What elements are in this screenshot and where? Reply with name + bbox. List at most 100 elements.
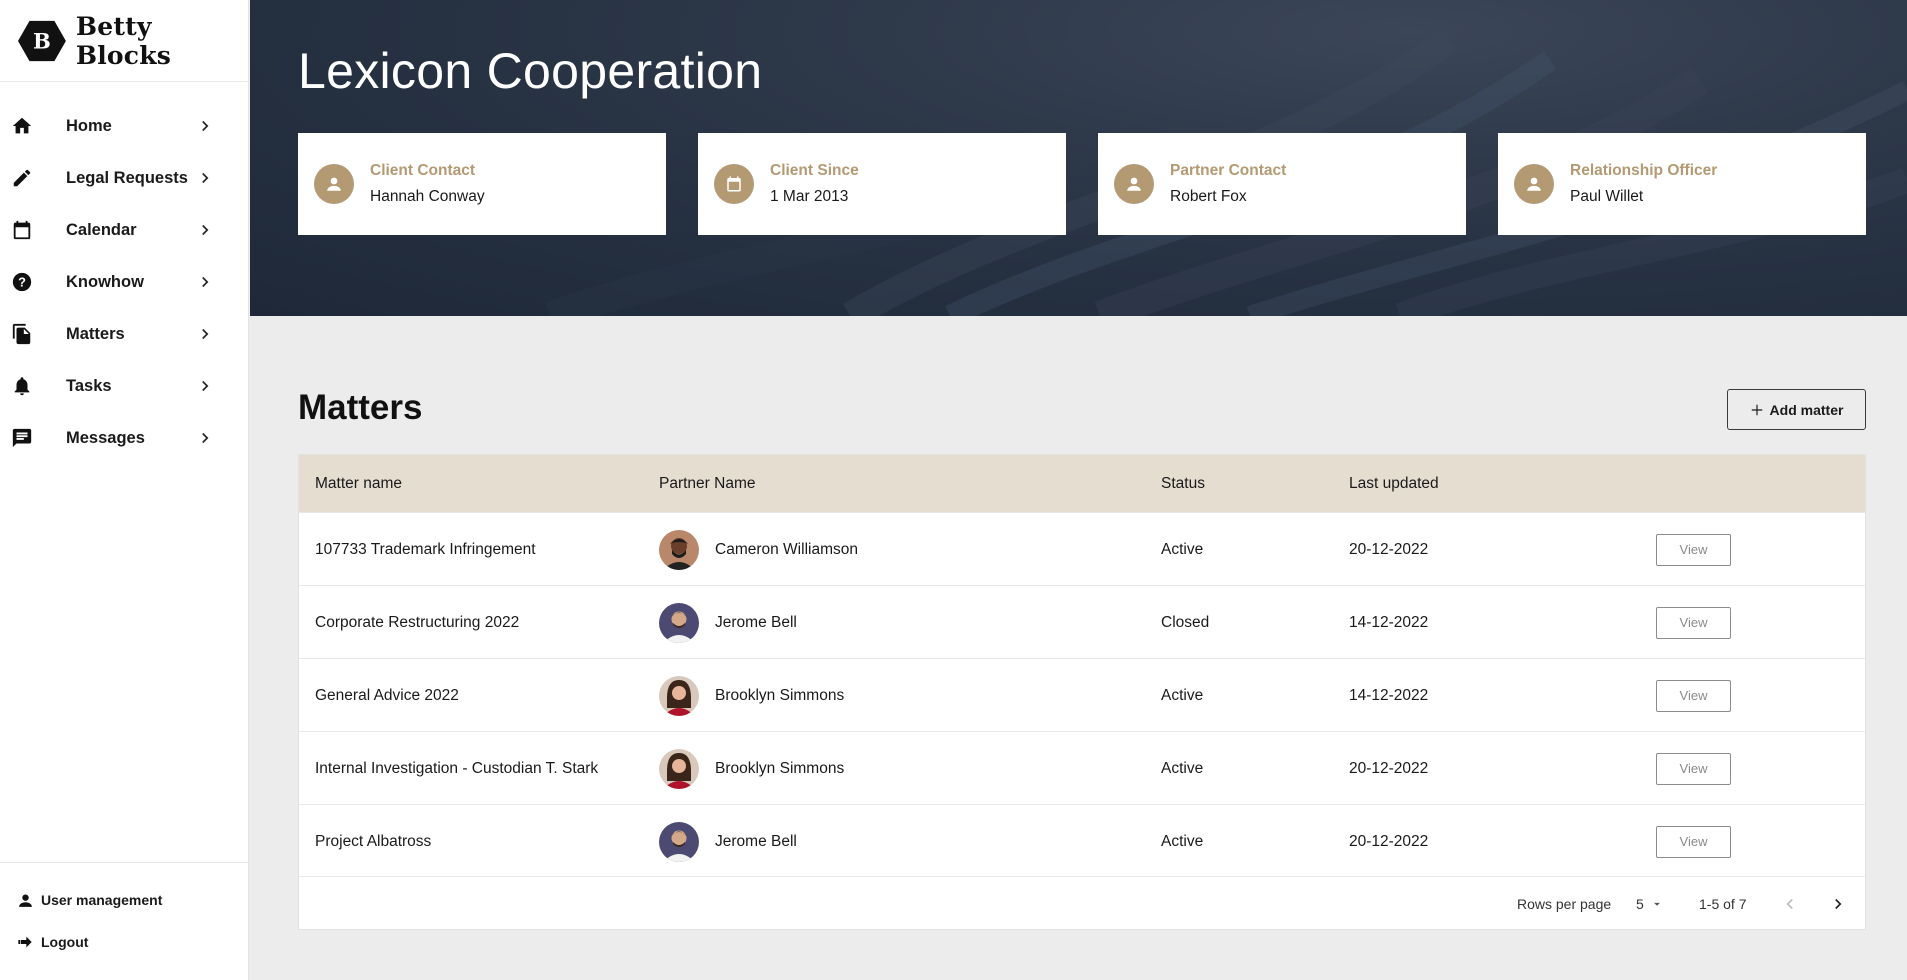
- sidebar-item-matters[interactable]: Matters: [0, 308, 248, 360]
- person-icon: [1514, 164, 1554, 204]
- table-row: Corporate Restructuring 2022 Jerome Bell…: [299, 585, 1865, 658]
- rows-per-page-select[interactable]: 5: [1636, 877, 1664, 930]
- partner-name: Brooklyn Simmons: [715, 686, 845, 704]
- view-cell: View: [1656, 659, 1731, 732]
- last-updated: 20-12-2022: [1349, 832, 1429, 850]
- sidebar-item-tasks[interactable]: Tasks: [0, 360, 248, 412]
- brand[interactable]: B Betty Blocks: [0, 0, 248, 82]
- sidebar-item-messages[interactable]: Messages: [0, 412, 248, 464]
- svg-text:?: ?: [18, 275, 26, 290]
- sidebar-item-legal-requests[interactable]: Legal Requests: [0, 152, 248, 204]
- partner-name: Jerome Bell: [715, 613, 797, 631]
- card-label: Partner Contact: [1170, 162, 1287, 179]
- partner-cell: Jerome Bell: [659, 586, 797, 659]
- chevron-right-icon: [202, 276, 209, 288]
- logout-arrow-icon: [16, 933, 34, 951]
- files-icon: [10, 322, 34, 346]
- partner-name: Jerome Bell: [715, 832, 797, 850]
- sidebar-item-label: Knowhow: [66, 272, 144, 291]
- calendar-icon: [714, 164, 754, 204]
- client-header: Lexicon Cooperation Client Contact Hanna…: [250, 0, 1907, 316]
- card-value: 1 Mar 2013: [770, 188, 849, 205]
- column-header-last-updated[interactable]: Last updated: [1349, 455, 1439, 512]
- status: Active: [1161, 686, 1204, 704]
- client-since-card: Client Since 1 Mar 2013: [698, 133, 1066, 235]
- view-button[interactable]: View: [1656, 606, 1731, 639]
- sidebar-item-label: Messages: [66, 428, 145, 447]
- table-header: Matter name Partner Name Status Last upd…: [299, 455, 1865, 512]
- table-pagination: Rows per page 5 1-5 of 7: [299, 876, 1865, 929]
- logout-label: Logout: [41, 934, 89, 950]
- person-icon: [314, 164, 354, 204]
- chevron-right-icon: [202, 224, 209, 236]
- avatar: [659, 529, 699, 570]
- view-button[interactable]: View: [1656, 752, 1731, 785]
- user-management-link[interactable]: User management: [0, 879, 249, 921]
- avatar: [659, 748, 699, 789]
- column-header-status[interactable]: Status: [1161, 455, 1205, 512]
- partner-cell: Jerome Bell: [659, 805, 797, 878]
- partner-cell: Brooklyn Simmons: [659, 659, 844, 732]
- card-value: Hannah Conway: [370, 188, 485, 205]
- view-cell: View: [1656, 513, 1731, 586]
- last-updated: 20-12-2022: [1349, 540, 1429, 558]
- card-value: Paul Willet: [1570, 188, 1644, 205]
- status: Active: [1161, 540, 1204, 558]
- chevron-left-icon: [1786, 898, 1793, 909]
- status: Closed: [1161, 613, 1210, 631]
- chevron-right-icon: [202, 380, 209, 392]
- table-row: 107733 Trademark Infringement Cameron Wi…: [299, 512, 1865, 585]
- card-label: Relationship Officer: [1570, 162, 1718, 179]
- last-updated: 14-12-2022: [1349, 613, 1429, 631]
- client-contact-card: Client Contact Hannah Conway: [298, 133, 666, 235]
- view-button[interactable]: View: [1656, 533, 1731, 566]
- matter-name: 107733 Trademark Infringement: [315, 540, 536, 558]
- caret-down-icon: [1653, 902, 1660, 906]
- partner-contact-card: Partner Contact Robert Fox: [1098, 133, 1466, 235]
- sidebar-item-calendar[interactable]: Calendar: [0, 204, 248, 256]
- sidebar-item-label: Matters: [66, 324, 125, 343]
- plus-icon: [1751, 404, 1762, 415]
- matter-name: Project Albatross: [315, 832, 432, 850]
- status: Active: [1161, 832, 1204, 850]
- matter-name: Internal Investigation - Custodian T. St…: [315, 759, 599, 777]
- matter-name: Corporate Restructuring 2022: [315, 613, 520, 631]
- table-row: Project Albatross Jerome Bell Active 20-…: [299, 804, 1865, 877]
- partner-cell: Brooklyn Simmons: [659, 732, 844, 805]
- matter-name: General Advice 2022: [315, 686, 459, 704]
- add-matter-button[interactable]: Add matter: [1727, 389, 1866, 430]
- brand-name: Betty Blocks: [75, 11, 172, 70]
- client-name: Lexicon Cooperation: [298, 43, 763, 99]
- logout-link[interactable]: Logout: [0, 921, 249, 963]
- chevron-right-icon: [1835, 898, 1842, 909]
- column-header-matter-name[interactable]: Matter name: [315, 455, 402, 512]
- table-row: Internal Investigation - Custodian T. St…: [299, 731, 1865, 804]
- calendar-icon: [10, 218, 34, 242]
- person-icon: [1114, 164, 1154, 204]
- sidebar-item-home[interactable]: Home: [0, 100, 248, 152]
- table-row: General Advice 2022 Brooklyn Simmons Act…: [299, 658, 1865, 731]
- view-button[interactable]: View: [1656, 679, 1731, 712]
- previous-page-button[interactable]: [1781, 877, 1799, 930]
- card-label: Client Contact: [370, 162, 476, 179]
- betty-blocks-logo-icon: B: [18, 20, 66, 61]
- message-icon: [10, 426, 34, 450]
- partner-name: Cameron Williamson: [715, 540, 858, 558]
- relationship-officer-card: Relationship Officer Paul Willet: [1498, 133, 1866, 235]
- view-button[interactable]: View: [1656, 825, 1731, 858]
- column-header-partner-name[interactable]: Partner Name: [659, 455, 755, 512]
- card-label: Client Since: [770, 162, 859, 179]
- add-matter-label: Add matter: [1769, 401, 1844, 418]
- matters-title: Matters: [298, 388, 423, 427]
- matters-table: Matter name Partner Name Status Last upd…: [298, 454, 1866, 930]
- sidebar-item-knowhow[interactable]: ? Knowhow: [0, 256, 248, 308]
- partner-cell: Cameron Williamson: [659, 513, 858, 586]
- chevron-right-icon: [202, 432, 209, 444]
- next-page-button[interactable]: [1829, 877, 1847, 930]
- sidebar-item-label: Calendar: [66, 220, 137, 239]
- user-management-label: User management: [41, 892, 163, 908]
- chevron-right-icon: [202, 120, 209, 132]
- person-icon: [16, 891, 34, 909]
- view-cell: View: [1656, 805, 1731, 878]
- sidebar-item-label: Tasks: [66, 376, 112, 395]
